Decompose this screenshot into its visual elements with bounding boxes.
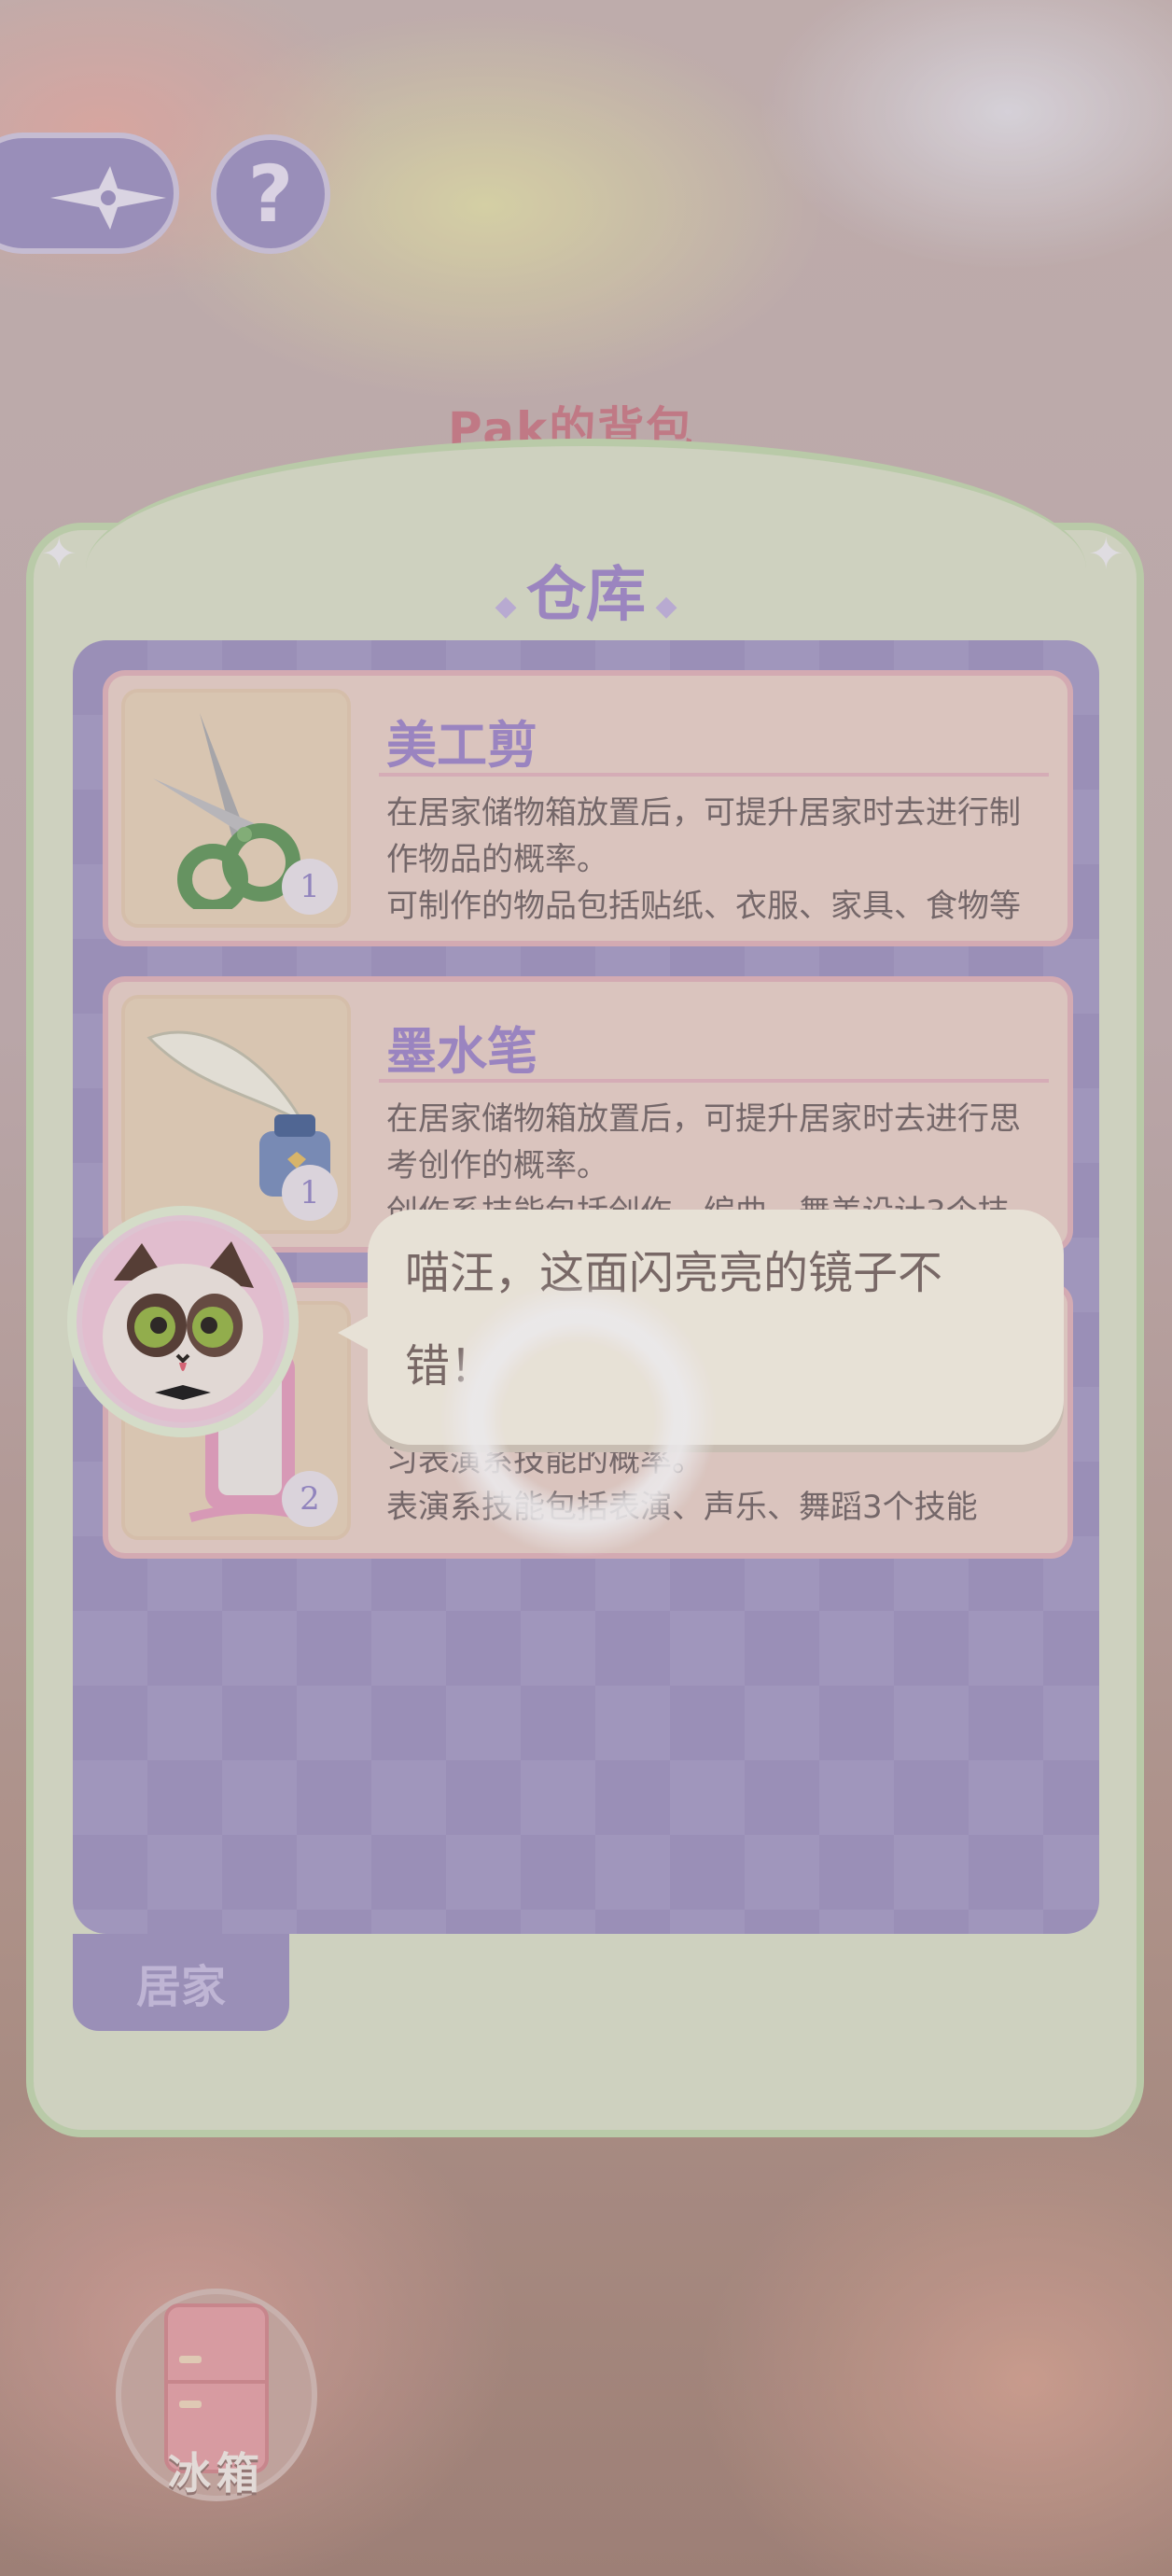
overlay-dim	[0, 0, 1172, 2576]
